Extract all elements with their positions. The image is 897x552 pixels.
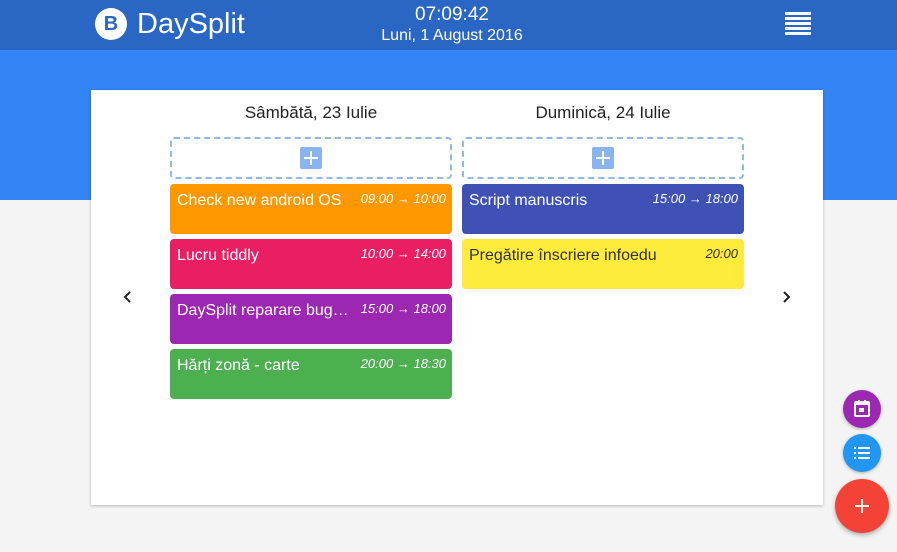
day-header: Duminică, 24 Iulie: [535, 103, 671, 122]
event-title: Pregătire înscriere infoedu: [469, 247, 657, 264]
plus-icon: [592, 147, 614, 169]
top-app-bar: B DaySplit 07:09:42 Luni, 1 August 2016: [0, 0, 897, 50]
daysplit-logo-icon: B: [95, 8, 127, 40]
plus-icon: [855, 499, 869, 513]
event-card[interactable]: Lucru tiddly 10:00 → 14:00: [170, 239, 452, 289]
chevron-right-icon[interactable]: [774, 285, 798, 309]
list-icon: [854, 447, 870, 459]
add-event-button[interactable]: [835, 479, 889, 533]
event-card[interactable]: Script manuscris 15:00 → 18:00: [462, 184, 744, 234]
event-title: Script manuscris: [469, 192, 588, 209]
event-title: Check new android OS: [177, 192, 342, 209]
event-card[interactable]: DaySplit reparare bug… 15:00 → 18:00: [170, 294, 452, 344]
add-event-slot[interactable]: [462, 137, 744, 179]
current-time: 07:09:42: [415, 4, 489, 25]
event-title: DaySplit reparare bug…: [177, 302, 349, 319]
calendar-icon: [854, 400, 870, 417]
event-time: 15:00 → 18:00: [652, 191, 738, 206]
event-title: Hărți zonă - carte: [177, 357, 300, 374]
event-card[interactable]: Hărți zonă - carte 20:00 → 18:30: [170, 349, 452, 399]
chevron-left-icon[interactable]: [116, 285, 140, 309]
calendar-view-button[interactable]: [843, 390, 881, 428]
event-card[interactable]: Check new android OS 09:00 → 10:00: [170, 184, 452, 234]
day-header: Sâmbătă, 23 Iulie: [244, 103, 378, 122]
event-card[interactable]: Pregătire înscriere infoedu 20:00: [462, 239, 744, 289]
app-title: DaySplit: [137, 8, 245, 40]
event-time: 20:00 → 18:30: [360, 356, 446, 371]
current-date: Luni, 1 August 2016: [381, 27, 523, 44]
event-time: 10:00 → 14:00: [360, 246, 446, 261]
add-event-slot[interactable]: [170, 137, 452, 179]
event-time: 15:00 → 18:00: [360, 301, 446, 316]
menu-icon[interactable]: [785, 12, 811, 36]
plus-icon: [300, 147, 322, 169]
event-time: 09:00 → 10:00: [360, 191, 446, 206]
event-title: Lucru tiddly: [177, 247, 259, 264]
logo-letter: B: [103, 13, 119, 35]
event-time: 20:00: [705, 246, 738, 261]
list-view-button[interactable]: [843, 434, 881, 472]
